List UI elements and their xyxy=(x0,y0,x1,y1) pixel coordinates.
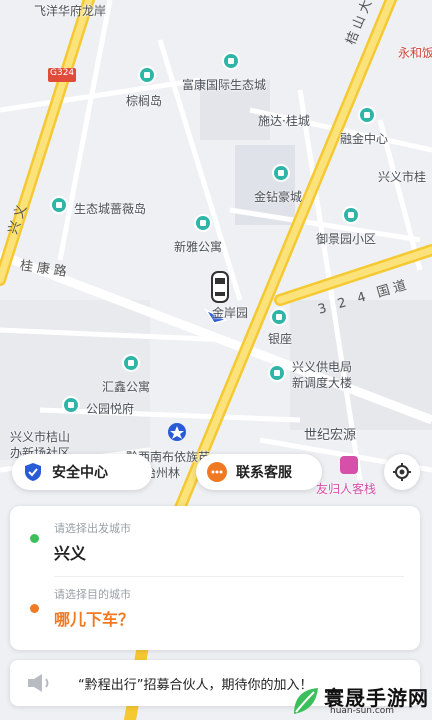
poi-icon xyxy=(122,354,140,372)
poi-icon xyxy=(50,196,68,214)
origin-dot-icon xyxy=(30,534,39,543)
watermark-url: huan-sun.com xyxy=(330,706,395,716)
destination-dot-icon xyxy=(30,604,39,613)
locate-button[interactable] xyxy=(384,454,420,490)
poi-icon xyxy=(272,164,290,182)
safety-center-label: 安全中心 xyxy=(52,465,108,481)
chat-icon xyxy=(207,462,227,482)
contact-service-button[interactable]: 联系客服 xyxy=(196,454,322,490)
destination-value: 哪儿下车？ xyxy=(54,610,135,629)
map-label-century: 世纪宏源 xyxy=(304,428,357,443)
poi-icon xyxy=(138,66,156,84)
poi-icon xyxy=(268,364,286,382)
poi-icon xyxy=(62,396,80,414)
destination-hint: 请选择目的城市 xyxy=(54,588,131,601)
map-label-xinya: 新雅公寓 xyxy=(174,240,223,254)
contact-service-label: 联系客服 xyxy=(236,465,292,481)
map-label-jinzuan: 金钻豪城 xyxy=(254,190,303,204)
locate-icon xyxy=(393,463,411,481)
map-label-xintiao: 新调度大楼 xyxy=(292,376,353,390)
watermark: 寰晟手游网 huan-sun.com xyxy=(290,682,432,720)
speaker-icon xyxy=(28,674,49,692)
notice-text: “黔程出行”招募合伙人，期待你的加入！ xyxy=(78,678,313,693)
map-label-jinyuan: 金岸园 xyxy=(212,306,249,320)
map-label-feiyang: 飞洋华府龙岸 xyxy=(34,4,107,18)
origin-value: 兴义 xyxy=(54,544,87,563)
map-label-g324: G324 xyxy=(50,68,75,78)
map-label-yujing: 御景园小区 xyxy=(316,232,377,246)
map-label-xingyi-gui: 兴义市桂 xyxy=(378,170,427,184)
origin-row[interactable]: 请选择出发城市 兴义 xyxy=(10,506,420,576)
map-label-gongyuan: 公园悦府 xyxy=(86,402,135,416)
map-label-xingyi-city: 兴义市桔山 xyxy=(10,430,71,444)
leaf-logo-icon xyxy=(294,688,318,714)
car-marker-icon xyxy=(211,271,229,303)
map-label-ronghui: 融金中心 xyxy=(340,132,389,146)
origin-hint: 请选择出发城市 xyxy=(54,522,131,535)
poi-icon xyxy=(342,206,360,224)
map-label-xingyi-power: 兴义供电局 xyxy=(292,360,353,374)
poi-icon xyxy=(194,214,212,232)
shield-icon xyxy=(25,463,41,481)
map-label-fukang: 富康国际生态城 xyxy=(182,78,267,92)
map-label-yonghe: 永和饭 xyxy=(398,46,432,60)
poi-icon xyxy=(222,52,240,70)
destination-row[interactable]: 请选择目的城市 哪儿下车？ xyxy=(10,578,420,648)
route-divider xyxy=(54,576,404,577)
poi-icon xyxy=(270,308,288,326)
safety-center-button[interactable]: 安全中心 xyxy=(12,454,152,490)
route-card: 请选择出发城市 兴义 请选择目的城市 哪儿下车？ xyxy=(10,506,420,650)
map-label-yinyuan: 银座 xyxy=(268,332,293,346)
map-label-huixin: 汇鑫公寓 xyxy=(102,380,151,394)
map-label-luhu: 棕榈岛 xyxy=(126,94,163,108)
map-label-hotel: 友归人客栈 xyxy=(316,482,377,496)
poi-icon xyxy=(358,106,376,124)
map-label-shengtai: 生态城蔷薇岛 xyxy=(74,202,147,216)
map-label-shida: 施达·桂城 xyxy=(258,114,310,128)
